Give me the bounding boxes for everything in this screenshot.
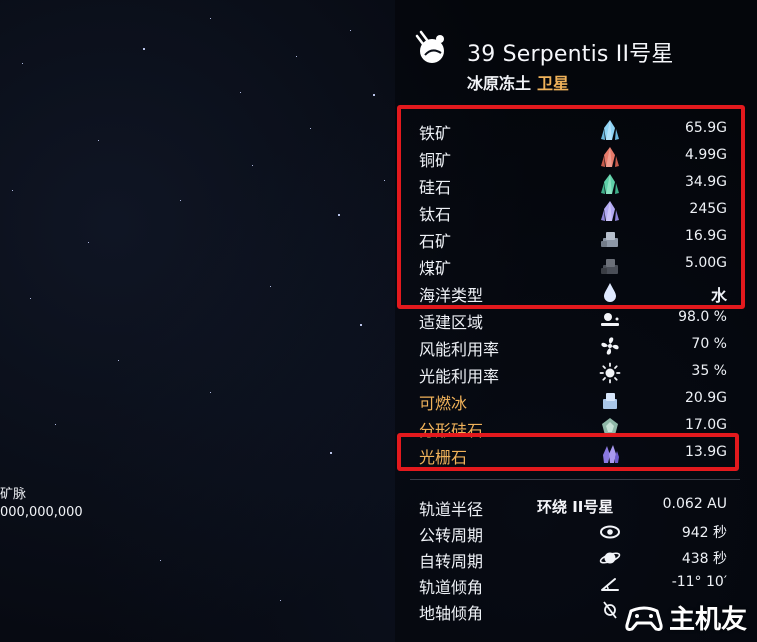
eye-orbit-icon: [600, 525, 620, 539]
fire-ice-icon: [603, 393, 617, 409]
site-watermark: 主机友: [625, 599, 747, 636]
special-label: 可燃冰: [419, 394, 468, 413]
left-vein-readout: 矿脉 000,000,000: [0, 486, 83, 522]
orbit-label: 公转周期: [419, 526, 484, 545]
orbit-label: 轨道倾角: [419, 578, 484, 597]
stat-label: 适建区域: [419, 313, 484, 332]
star: [143, 48, 145, 50]
star: [330, 452, 332, 454]
planet-subtitle: 冰原冻土 卫星: [467, 70, 569, 94]
orbit-parent: 环绕 II号星: [537, 498, 614, 516]
planet-title: 39 Serpentis II号星: [467, 42, 674, 67]
orbit-value: 438 秒: [681, 551, 727, 567]
star: [252, 165, 253, 166]
stat-value: 70 %: [691, 336, 727, 352]
special-row-fire-ice[interactable]: 可燃冰 20.9G: [419, 390, 729, 416]
planet-type: 冰原冻土: [467, 74, 532, 93]
orbit-label: 地轴倾角: [419, 604, 484, 623]
star: [270, 286, 271, 287]
stat-value: 35 %: [691, 363, 727, 379]
orbit-label: 轨道半径: [419, 500, 484, 519]
orbit-row-inclination[interactable]: 轨道倾角 -11° 10′: [419, 574, 729, 598]
star: [98, 140, 99, 141]
stat-value: 98.0 %: [678, 309, 727, 325]
axis-icon: [603, 601, 617, 619]
orbit-label: 自转周期: [419, 552, 484, 571]
star: [12, 190, 13, 191]
satellite-icon: [415, 30, 444, 63]
star: [384, 180, 385, 181]
special-value: 17.0G: [684, 417, 727, 433]
star: [55, 424, 56, 425]
orbit-value: 942 秒: [681, 525, 727, 541]
terrain-icon: [601, 313, 619, 326]
grating-crystal-highlight-box: [397, 433, 739, 471]
special-value: 20.9G: [684, 390, 727, 406]
sun-icon: [599, 362, 621, 384]
star: [88, 242, 89, 243]
stat-row-wind[interactable]: 风能利用率 70 %: [419, 336, 729, 362]
orbit-row-radius[interactable]: 轨道半径 环绕 II号星 0.062 AU: [419, 496, 729, 520]
star: [373, 94, 375, 96]
star: [280, 600, 281, 601]
vein-label: 矿脉: [0, 487, 27, 502]
gamepad-logo-icon: [625, 606, 663, 631]
vein-value: 000,000,000: [0, 505, 83, 520]
angle-icon: [601, 578, 619, 591]
stat-label: 光能利用率: [419, 367, 500, 386]
star: [350, 30, 351, 31]
resource-highlight-box: [397, 105, 745, 309]
star: [118, 360, 119, 361]
planet-ring-icon: [599, 552, 621, 564]
orbit-row-period[interactable]: 公转周期 942 秒: [419, 522, 729, 546]
star: [210, 392, 211, 393]
star: [310, 128, 311, 129]
star: [338, 214, 340, 216]
star: [160, 560, 161, 561]
stat-row-buildable[interactable]: 适建区域 98.0 %: [419, 309, 729, 335]
star: [210, 18, 211, 19]
star: [30, 298, 31, 299]
planet-class: 卫星: [537, 74, 570, 93]
orbit-value: -11° 10′: [671, 574, 727, 590]
star: [180, 200, 181, 201]
star: [360, 324, 362, 326]
star: [240, 92, 241, 93]
orbit-value: 0.062 AU: [662, 496, 727, 512]
watermark-text: 主机友: [668, 605, 747, 635]
divider: [410, 479, 740, 480]
stat-label: 风能利用率: [419, 340, 500, 359]
wind-icon: [601, 337, 619, 355]
star: [22, 63, 23, 64]
star: [296, 56, 297, 57]
orbit-row-rotation[interactable]: 自转周期 438 秒: [419, 548, 729, 572]
stat-row-solar[interactable]: 光能利用率 35 %: [419, 362, 729, 389]
